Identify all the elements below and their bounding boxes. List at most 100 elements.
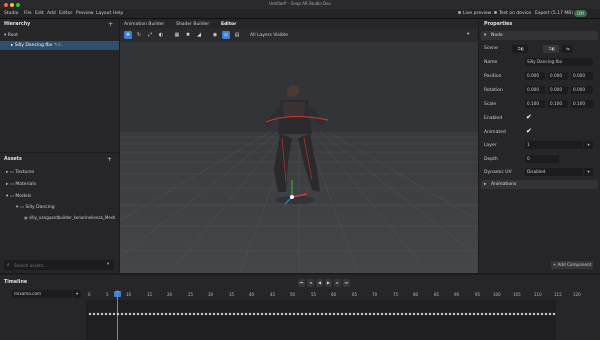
warning-icon: ⚠ (57, 43, 62, 48)
hierarchy-item-silly-dancing[interactable]: ▸ Silly Dancing.fbx ✎⚠ (11, 43, 62, 48)
hierarchy-title: Hierarchy (4, 22, 31, 27)
menu-file[interactable]: File (24, 11, 32, 16)
transform-tool-icon[interactable]: ◐ (157, 31, 165, 39)
snap-icon[interactable]: ✖ (184, 31, 192, 39)
scale-z-field[interactable]: 0.100 (571, 100, 593, 108)
menu-studio[interactable]: Studio (4, 11, 18, 16)
scene-2d-button[interactable]: ⌗◐ (543, 45, 559, 53)
tick-label: 35 (229, 292, 235, 297)
collapse-arrow-icon: ▾ (6, 194, 9, 199)
layer-label: Layer (484, 143, 497, 148)
asset-folder-label: Textures (15, 170, 35, 175)
asset-mesh[interactable]: ▣ silly_vanguardbuilder_konarinelienza_M… (24, 215, 115, 220)
move-tool-icon[interactable]: ✚ (124, 31, 132, 39)
live-preview-icon (458, 11, 461, 14)
step-forward-icon[interactable]: ▸ (334, 279, 341, 287)
rotation-y-field[interactable]: 0.000 (548, 86, 568, 94)
menu-editor[interactable]: Editor (59, 11, 72, 16)
position-x-field[interactable]: 0.000 (525, 72, 545, 80)
grid-icon[interactable]: ▦ (173, 31, 181, 39)
animations-section-header[interactable]: ▸ Animations (481, 180, 598, 189)
position-z-field[interactable]: 0.000 (571, 72, 593, 80)
visibility-icon[interactable]: ◎ (222, 31, 230, 39)
skip-end-icon[interactable]: ⏭ (343, 279, 350, 287)
depth-field[interactable]: 0 (525, 155, 559, 163)
rotation-z-field[interactable]: 0.000 (571, 86, 593, 94)
live-preview-label: Live preview (463, 11, 492, 16)
camera-icon[interactable]: ◉ (211, 31, 219, 39)
scene-view[interactable] (120, 42, 478, 273)
expand-arrow-icon: ▸ (6, 182, 9, 187)
clip-dropdown-icon[interactable]: ▾ (73, 290, 81, 298)
asset-folder-textures[interactable]: ▸ ▭ Textures (6, 170, 34, 175)
menu-add[interactable]: Add (47, 11, 56, 16)
pivot-icon[interactable]: ◢ (195, 31, 203, 39)
search-input[interactable] (14, 261, 94, 269)
hierarchy-item-label: Silly Dancing.fbx (14, 43, 53, 48)
timeline-track[interactable] (86, 300, 556, 340)
tick-label: 115 (554, 292, 562, 297)
viewport-dropdown-icon[interactable]: ▾ (467, 32, 469, 37)
node-section-header[interactable]: ▾ Node (481, 31, 598, 40)
add-asset-button[interactable]: + (107, 156, 112, 163)
tick-label: 15 (147, 292, 153, 297)
test-on-device-label: Test on device (499, 11, 532, 16)
name-label: Name (484, 60, 498, 65)
asset-folder-materials[interactable]: ▸ ▭ Materials (6, 182, 36, 187)
rewind-icon[interactable]: ◀ (316, 279, 323, 287)
animation-clip-select[interactable]: mixamo.com (12, 290, 72, 298)
scale-y-field[interactable]: 0.100 (548, 100, 568, 108)
asset-folder-silly-dancing[interactable]: ▾ ▭ Silly Dancing (16, 205, 55, 210)
folder-icon: ▭ (19, 205, 24, 210)
layer-dropdown-icon[interactable]: ▾ (584, 141, 593, 149)
skip-start-icon[interactable]: ⏮ (298, 279, 305, 287)
menu-layout[interactable]: Layout (96, 11, 111, 16)
tick-label: 60 (331, 292, 337, 297)
root-label: Root (7, 33, 18, 38)
dynamic-uv-dropdown-icon[interactable]: ▾ (584, 168, 593, 176)
asset-folder-models[interactable]: ▾ ▭ Models (6, 194, 31, 199)
tick-label: 45 (270, 292, 276, 297)
add-component-button[interactable]: + Add Component (551, 261, 593, 269)
mesh-icon: ▣ (24, 215, 28, 220)
animated-checkbox[interactable]: ✔ (526, 127, 532, 135)
scale-x-field[interactable]: 0.100 (525, 100, 545, 108)
window-title: Untitled* - Snap AR Studio Dev (269, 1, 331, 6)
tick-label: 5 (106, 292, 109, 297)
tab-editor[interactable]: Editor (221, 22, 236, 27)
rotate-tool-icon[interactable]: ↻ (135, 31, 143, 39)
avatar[interactable]: DM (574, 10, 587, 17)
tick-label: 85 (434, 292, 440, 297)
animations-section-label: Animations (491, 182, 517, 187)
play-icon[interactable]: ▶ (325, 279, 332, 287)
menu-preview[interactable]: Preview (76, 11, 94, 16)
layers-icon[interactable]: ▤ (233, 31, 241, 39)
scale-tool-icon[interactable]: ⤢ (146, 31, 154, 39)
enabled-label: Enabled (484, 116, 503, 121)
menu-edit[interactable]: Edit (35, 11, 44, 16)
position-y-field[interactable]: 0.000 (548, 72, 568, 80)
add-object-button[interactable]: + (108, 21, 113, 28)
menu-help[interactable]: Help (113, 11, 123, 16)
layer-filter-select[interactable]: All Layers Visible (250, 33, 288, 38)
device-icon (494, 11, 497, 14)
dynamic-uv-select[interactable]: Disabled (525, 168, 583, 176)
enabled-checkbox[interactable]: ✔ (526, 113, 532, 121)
step-back-icon[interactable]: ◂ (307, 279, 314, 287)
layer-select[interactable]: 1 (525, 141, 583, 149)
tab-animation-builder[interactable]: Animation Builder (124, 22, 164, 27)
rotation-x-field[interactable]: 0.000 (525, 86, 545, 94)
hierarchy-root[interactable]: ▾ Root (4, 33, 18, 38)
export-button[interactable]: Export (5.17 MB) (535, 11, 573, 16)
scene-3d-button[interactable]: ⌗◐ (512, 45, 528, 53)
test-on-device-button[interactable]: Test on device (494, 11, 531, 16)
tick-label: 65 (352, 292, 358, 297)
name-field[interactable]: Silly Dancing.fbx (525, 58, 593, 66)
scene-link-icon[interactable]: ⇆ (562, 45, 572, 53)
depth-label: Depth (484, 157, 498, 162)
tab-shader-builder[interactable]: Shader Builder (176, 22, 209, 27)
tick-label: 70 (372, 292, 378, 297)
search-dropdown-icon[interactable]: ▾ (107, 262, 109, 267)
collapse-arrow-icon: ▾ (484, 33, 487, 38)
live-preview-toggle[interactable]: Live preview (458, 11, 491, 16)
